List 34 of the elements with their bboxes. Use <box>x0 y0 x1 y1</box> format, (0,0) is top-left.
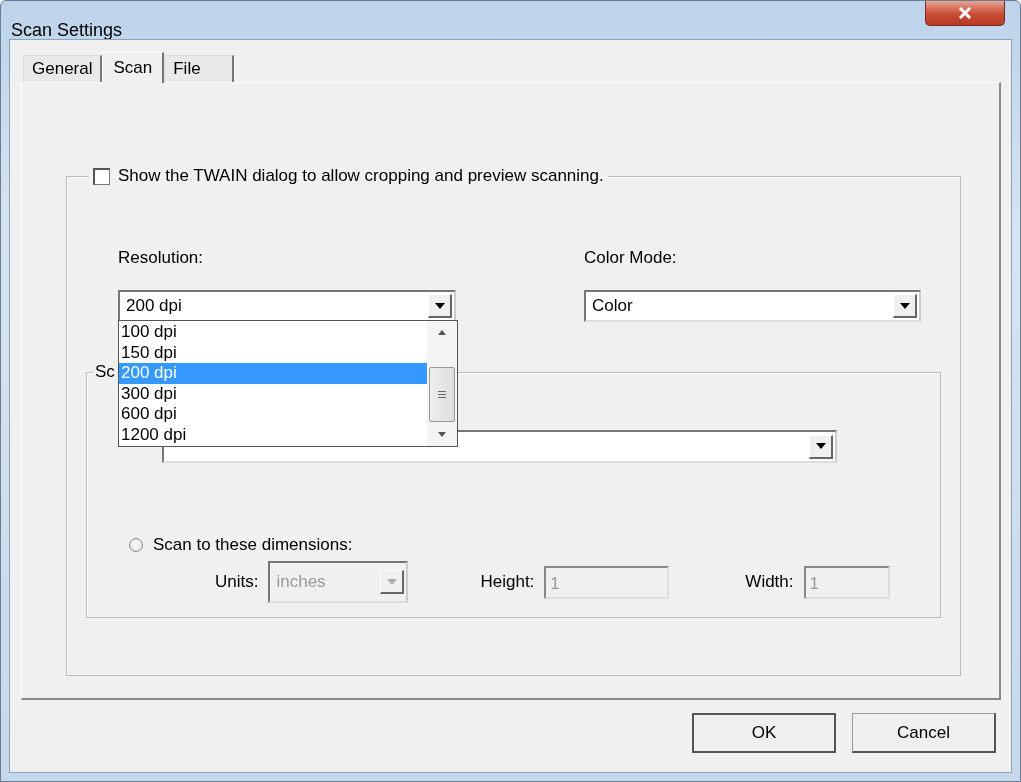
tab[interactable]: General <box>23 55 103 82</box>
scroll-up-icon[interactable] <box>438 330 446 336</box>
window-title: Scan Settings <box>11 20 123 41</box>
dropdown-option[interactable]: 100 dpi <box>119 322 427 343</box>
color-mode-dropdown[interactable]: Color <box>584 290 921 322</box>
dimensions-radio[interactable] <box>129 538 143 552</box>
radio-label: Scan to these dimensions: <box>153 535 353 555</box>
resolution-label: Resolution: <box>118 248 205 268</box>
dropdown-option[interactable]: 150 dpi <box>119 342 427 363</box>
checkbox-label: Show the TWAIN dialog to allow cropping and preview scanning. <box>118 166 604 186</box>
close-icon <box>958 7 972 19</box>
caret-icon <box>899 302 910 309</box>
scroll-down-icon[interactable] <box>438 431 446 437</box>
scrollbar-thumb[interactable] <box>429 366 455 423</box>
grip-icon <box>438 391 446 398</box>
caret-icon <box>815 443 826 449</box>
close-button[interactable] <box>925 1 1005 26</box>
units-label: Units: <box>215 572 259 592</box>
dialog-button[interactable]: OK <box>692 713 836 753</box>
dropdown-option[interactable]: 300 dpi <box>119 383 427 404</box>
resolution-dropdown[interactable]: 200 dpi <box>118 290 456 322</box>
group-title: Sc <box>94 362 116 382</box>
scrollbar[interactable] <box>427 321 457 446</box>
caret-icon <box>386 578 397 585</box>
dropdown-option[interactable]: 600 dpi <box>119 404 427 425</box>
dialog-button[interactable]: Cancel <box>852 713 996 753</box>
tab[interactable]: Scan <box>102 52 165 83</box>
dropdown-option[interactable]: 1200 dpi <box>119 424 427 445</box>
height-label: Height: <box>480 572 535 592</box>
twain-checkbox[interactable] <box>93 167 110 185</box>
width-label: Width: <box>745 572 794 592</box>
caret-icon <box>434 302 445 309</box>
tab[interactable]: File <box>164 55 235 82</box>
color-mode-label: Color Mode: <box>584 248 678 268</box>
